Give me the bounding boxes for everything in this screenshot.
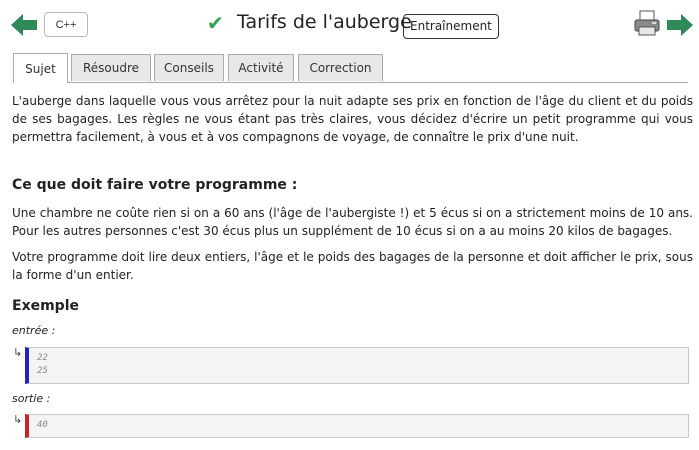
statement: L'auberge dans laquelle vous vous arrête… (12, 92, 693, 284)
input-label: entrée : (12, 324, 56, 337)
io-paragraph: Votre programme doit lire deux entiers, … (12, 250, 693, 282)
rules-paragraph: Une chambre ne coûte rien si on a 60 ans… (12, 206, 693, 238)
output-box[interactable]: 40 (25, 414, 689, 438)
page-title: Tarifs de l'auberge (237, 11, 412, 33)
next-arrow-icon[interactable] (667, 14, 693, 36)
tab-resoudre[interactable]: Résoudre (71, 54, 151, 81)
language-button[interactable]: C++ (44, 12, 88, 37)
tab-label: Sujet (25, 61, 56, 76)
section-title: Ce que doit faire votre programme : (12, 177, 298, 193)
input-box[interactable]: 22 25 (25, 347, 689, 384)
tab-bar: Sujet Résoudre Conseils Activité Correct… (13, 53, 688, 83)
example-title: Exemple (12, 298, 79, 314)
tab-activite[interactable]: Activité (228, 54, 294, 81)
tab-label: Conseils (164, 61, 214, 75)
tab-label: Correction (309, 61, 372, 75)
tab-correction[interactable]: Correction (298, 54, 383, 81)
previous-arrow-icon[interactable] (11, 14, 37, 36)
output-arrow-icon: ↳ (13, 413, 23, 426)
tab-label: Résoudre (82, 61, 140, 75)
tab-conseils[interactable]: Conseils (154, 54, 224, 81)
check-icon: ✔ (207, 11, 224, 35)
input-arrow-icon: ↳ (13, 346, 23, 359)
input-line: 25 (37, 366, 48, 376)
input-line: 22 (37, 353, 48, 363)
output-line: 40 (37, 420, 48, 430)
language-label: C++ (55, 18, 77, 31)
printer-icon[interactable] (634, 10, 660, 36)
tab-label: Activité (238, 61, 284, 75)
tab-sujet[interactable]: Sujet (13, 53, 68, 83)
mode-badge[interactable]: Entraînement (403, 14, 499, 39)
intro-paragraph: L'auberge dans laquelle vous vous arrête… (12, 94, 693, 144)
output-label: sortie : (12, 392, 51, 405)
